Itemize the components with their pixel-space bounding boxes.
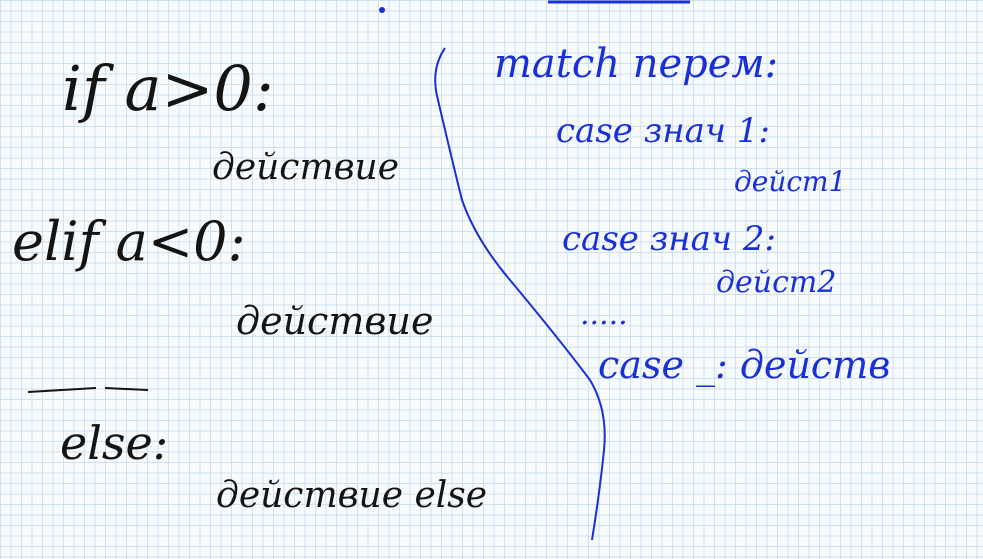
left-line-action-2: действие [236,299,434,343]
right-line-match: match перем: [494,41,779,87]
right-line-case-2: case знач 2: [562,219,776,259]
right-line-case-1: case знач 1: [556,111,770,151]
left-line-action-else: действие else [216,475,488,516]
right-line-ellipsis: ..... [580,297,628,332]
separator-dash-1 [27,387,97,393]
top-blue-dot [379,7,385,13]
right-line-case-default: case _: действ [598,343,891,387]
left-line-action-1: действие [212,147,400,188]
left-line-if: if a>0: [62,52,274,125]
right-line-action-2: дейст2 [716,265,837,300]
left-line-else: else: [60,416,169,470]
separator-dash-2 [104,387,149,391]
right-line-action-1: дейст1 [734,165,847,198]
left-line-elif: elif a<0: [12,210,246,273]
